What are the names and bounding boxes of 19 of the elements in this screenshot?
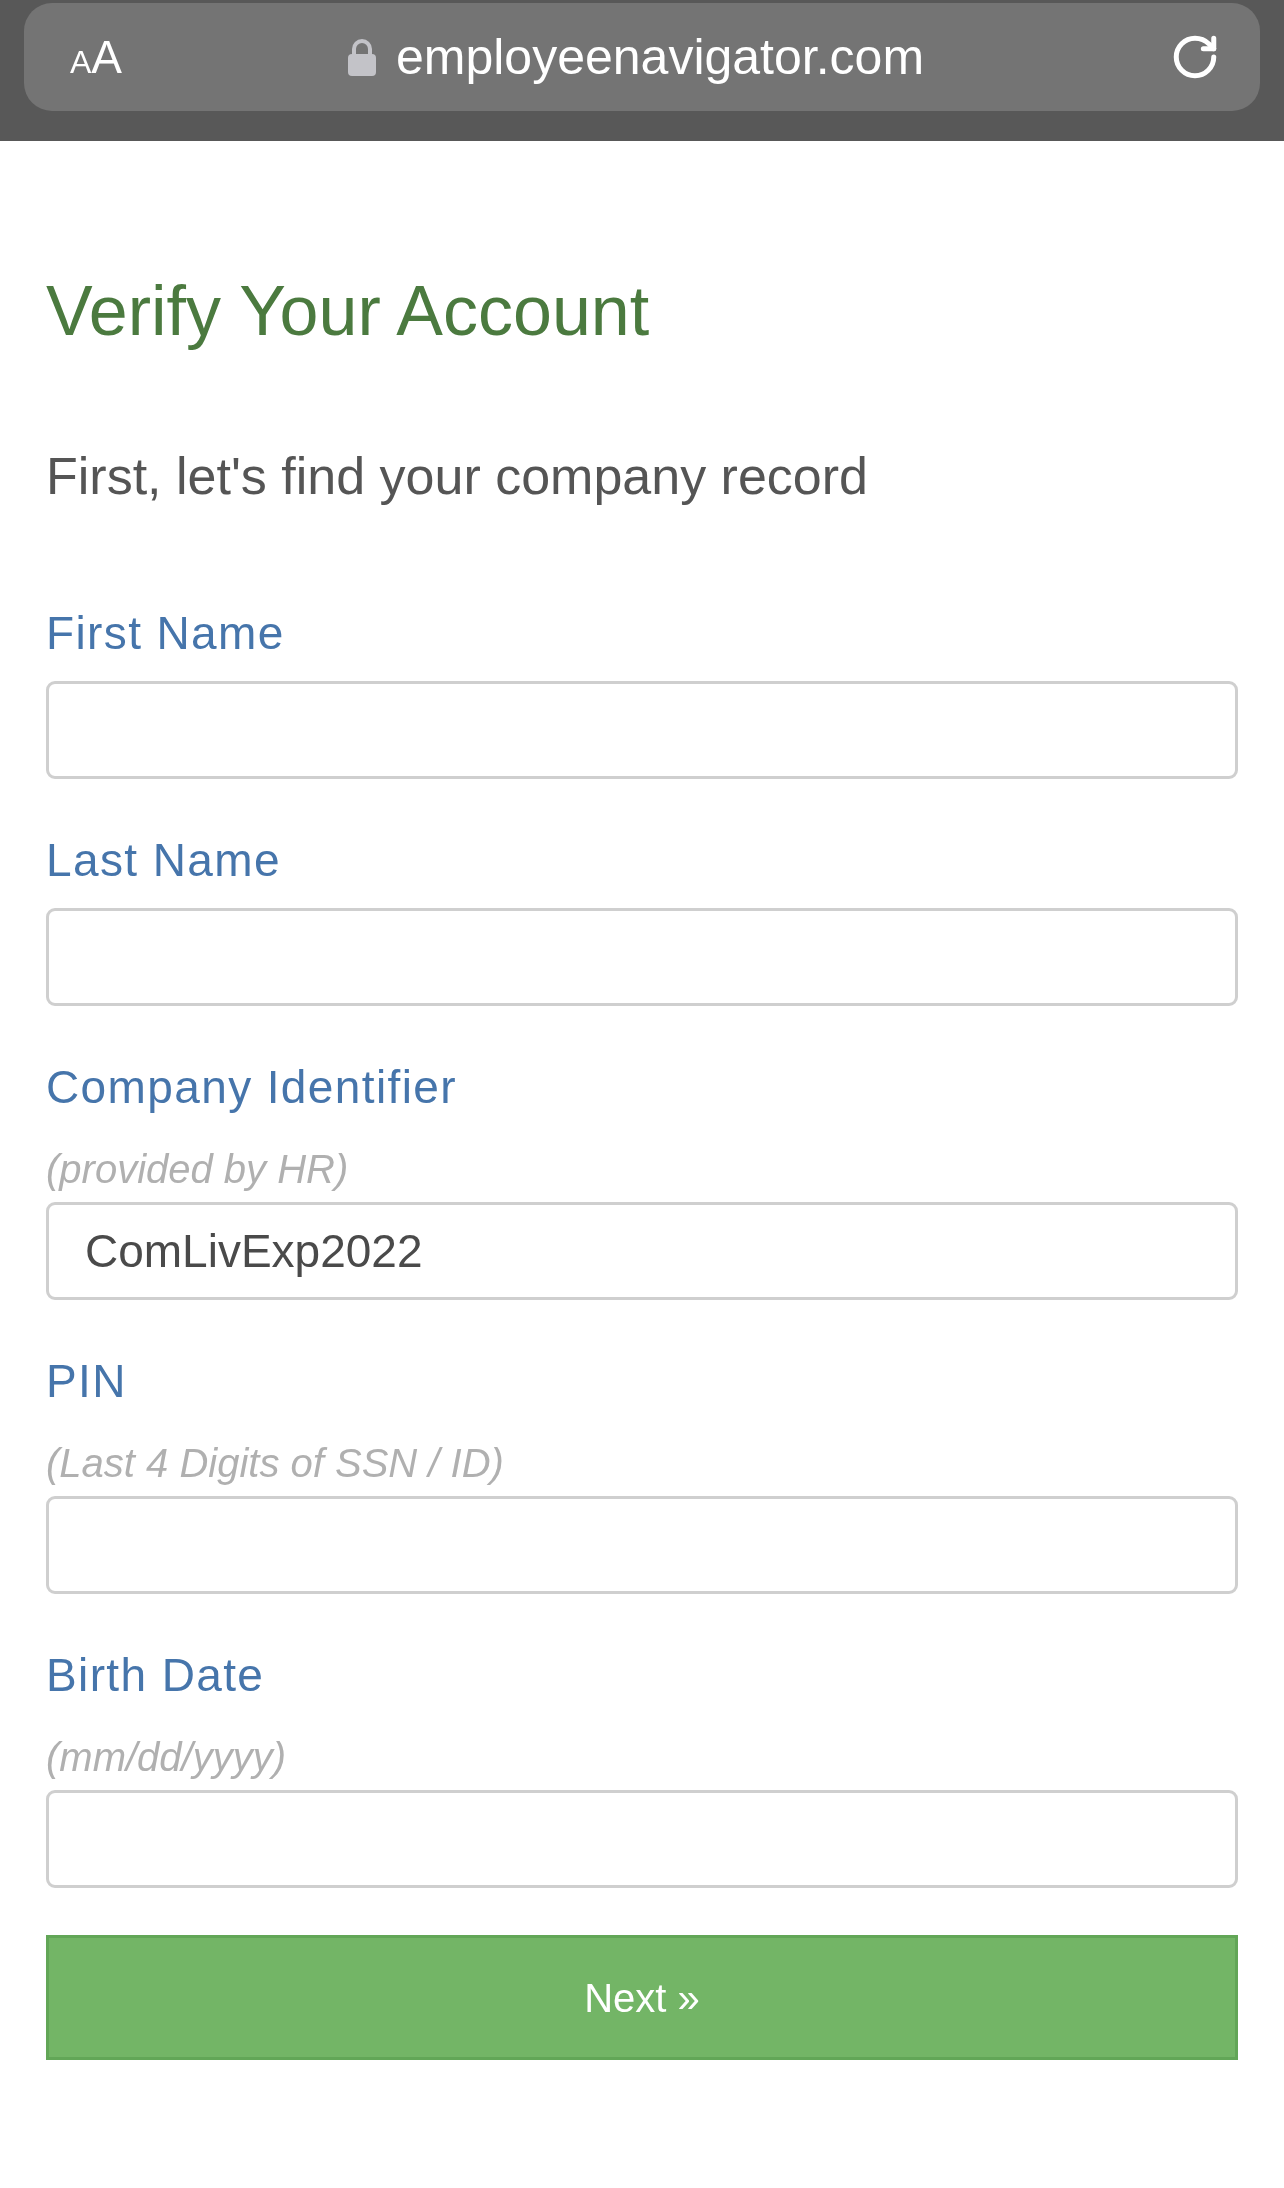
url-text[interactable]: employeenavigator.com [395, 27, 925, 87]
page-title: Verify Your Account [46, 271, 650, 351]
page-subtitle: First, let's find your company record [46, 446, 868, 506]
next-button[interactable]: Next » [46, 1935, 1238, 2060]
input-field[interactable] [46, 908, 1238, 1006]
input-field[interactable] [46, 1790, 1238, 1888]
lock-icon [347, 38, 376, 76]
field-hint: (provided by HR) [46, 1146, 349, 1192]
input-field[interactable]: ComLivExp2022 [46, 1202, 1238, 1300]
field-hint: (Last 4 Digits of SSN / ID) [46, 1440, 504, 1486]
input-field[interactable] [46, 1496, 1238, 1594]
field-label: Company Identifier [46, 1061, 457, 1113]
field-hint: (mm/dd/yyyy) [46, 1734, 286, 1780]
field-label: Last Name [46, 834, 281, 886]
field-label: Birth Date [46, 1649, 265, 1701]
field-label: First Name [46, 607, 285, 659]
text-size-button[interactable]: AA [70, 34, 123, 80]
input-field[interactable] [46, 681, 1238, 779]
field-label: PIN [46, 1355, 127, 1407]
